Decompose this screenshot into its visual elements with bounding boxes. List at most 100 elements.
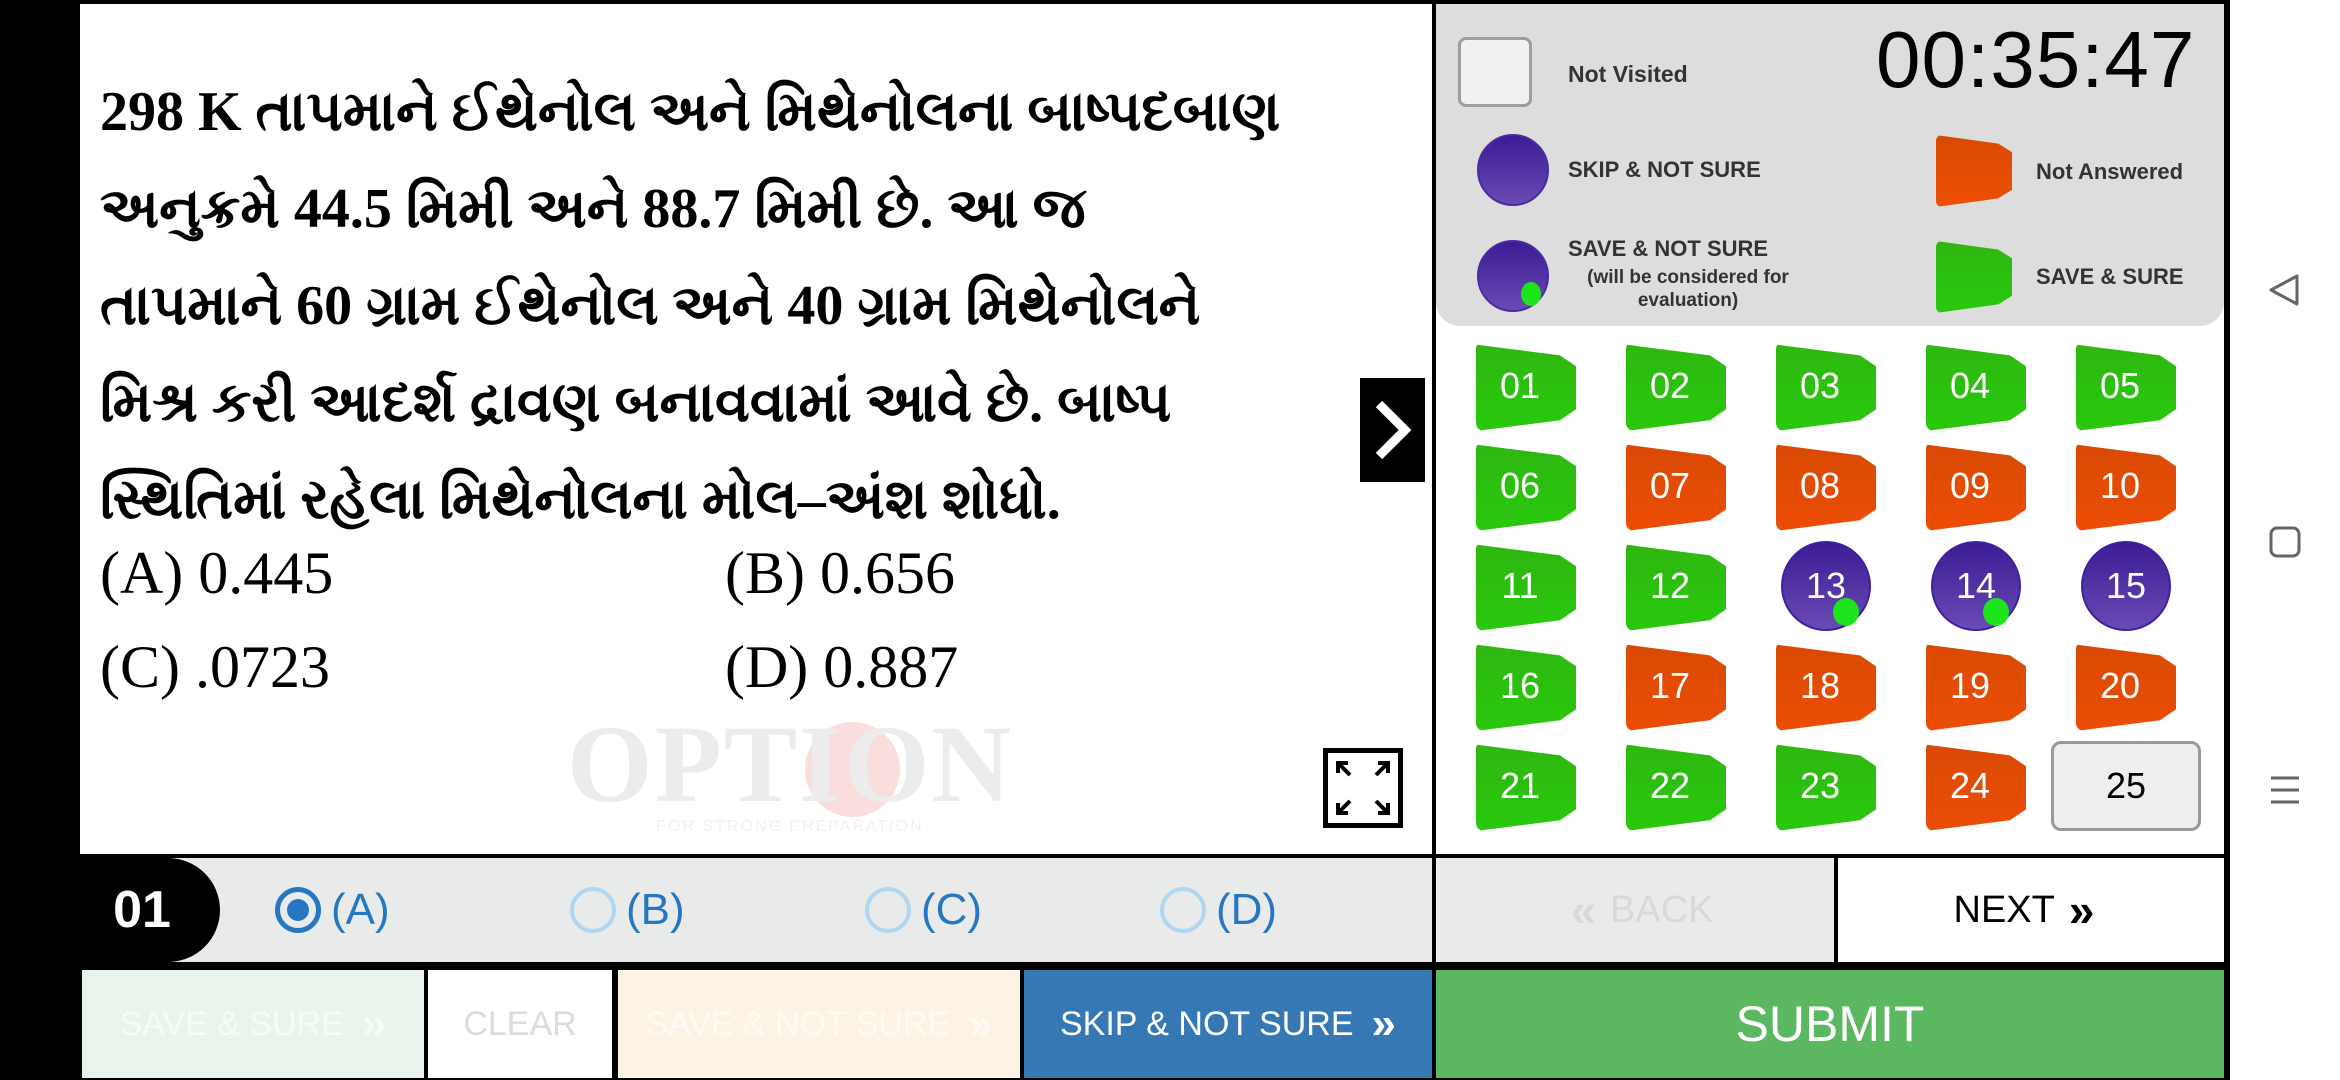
question-palette-number: 08 (1799, 465, 1841, 506)
question-palette-number: 02 (1649, 365, 1691, 406)
legend-save-not-sure-note: (will be considered for evaluation) (1587, 267, 1789, 311)
question-palette-item[interactable]: 25 (2051, 741, 2201, 831)
question-palette-item[interactable]: 24 (1926, 744, 2026, 831)
option-c-text: (C) .0723 (100, 634, 330, 700)
question-line: 298 K તાપમાને ઈથેનોલ અને મિથેનોલના બાષ્પ… (100, 81, 1281, 143)
next-button[interactable]: NEXT » (1838, 858, 2224, 962)
expand-icon (1336, 761, 1390, 815)
countdown-timer: 00:35:47 (1876, 15, 2196, 104)
question-palette-item[interactable]: 01 (1476, 344, 1576, 431)
button-label: SKIP & NOT SURE (1060, 1004, 1354, 1043)
question-palette-number: 19 (1949, 665, 1991, 706)
question-palette-item[interactable]: 17 (1626, 644, 1726, 731)
question-palette-number: 16 (1499, 665, 1541, 706)
question-palette-item[interactable]: 19 (1926, 644, 2026, 731)
answer-radio-d[interactable]: (D) (1160, 884, 1277, 936)
question-palette-item[interactable]: 07 (1626, 444, 1726, 531)
question-palette-item[interactable]: 23 (1776, 744, 1876, 831)
question-number-badge: 01 (80, 858, 220, 962)
button-label: SAVE & SURE (119, 1004, 344, 1043)
question-palette-item[interactable]: 12 (1626, 544, 1726, 631)
answer-selection-row: 01 (A) (B) (C) (D) (80, 858, 1432, 962)
answer-radio-label: (D) (1216, 885, 1278, 934)
menu-lines-icon (2271, 776, 2299, 804)
legend-skip-not-sure: SKIP & NOT SURE (1568, 157, 1761, 182)
system-back-button[interactable] (2265, 270, 2305, 310)
radio-unchecked-icon (865, 887, 911, 933)
answer-radio-b[interactable]: (B) (570, 884, 685, 936)
green-dot-icon (1833, 598, 1859, 626)
question-palette-item[interactable]: 06 (1476, 444, 1576, 531)
answer-radio-label: (C) (921, 885, 983, 934)
question-palette-number: 12 (1649, 565, 1691, 606)
legend-not-visited: Not Visited (1568, 61, 1688, 87)
question-palette-item[interactable]: 15 (2081, 541, 2171, 631)
question-palette-item[interactable]: 21 (1476, 744, 1576, 831)
question-palette-number: 18 (1799, 665, 1841, 706)
green-dot-icon (1983, 598, 2009, 626)
answer-radio-c[interactable]: (C) (865, 884, 982, 936)
question-palette-number: 07 (1649, 465, 1691, 506)
question-palette-number: 03 (1799, 365, 1841, 406)
watermark-subtitle: FOR STRONG PREPARATION (656, 818, 924, 835)
system-menu-button[interactable] (2265, 770, 2305, 810)
question-palette-item[interactable]: 14 (1931, 541, 2021, 631)
question-palette-item[interactable]: 02 (1626, 344, 1726, 431)
question-palette-number: 09 (1949, 465, 1991, 506)
double-chevron-right-icon: » (1371, 999, 1396, 1048)
status-legend: Not Visited 00:35:47 SKIP & NOT SURE Not… (1436, 4, 2224, 326)
question-line: સ્થિતિમાં રહેલા મિથેનોલના મોલ–અંશ શોધો. (100, 469, 1061, 531)
legend-save-sure: SAVE & SURE (2036, 264, 2184, 289)
question-palette-item[interactable]: 10 (2076, 444, 2176, 531)
question-palette-number: 04 (1949, 365, 1991, 406)
answer-radio-a[interactable]: (A) (275, 884, 390, 936)
watermark-emblem (805, 722, 900, 817)
question-panel: 298 K તાપમાને ઈથેનોલ અને મિથેનોલના બાષ્પ… (80, 4, 1432, 854)
chevron-right-icon (1375, 400, 1411, 460)
question-palette-item[interactable]: 11 (1476, 544, 1576, 631)
button-label: SAVE & NOT SURE (645, 1004, 951, 1043)
question-palette-number: 20 (2099, 665, 2141, 706)
not-answered-swatch (1936, 135, 2012, 207)
answer-radio-label: (A) (331, 885, 390, 934)
fullscreen-button[interactable] (1323, 748, 1403, 828)
question-palette-number: 01 (1499, 365, 1541, 406)
question-palette-item[interactable]: 18 (1776, 644, 1876, 731)
button-label: NEXT (1953, 888, 2055, 931)
green-dot-icon (1521, 282, 1541, 306)
question-palette-grid: 01 02 03 04 05 06 07 08 09 10 11 12 13 14 15 16 17 18 19 20… (1476, 341, 2216, 841)
question-palette-number: 15 (2105, 565, 2147, 606)
option-d-text: (D) 0.887 (725, 634, 959, 700)
system-home-button[interactable] (2265, 522, 2305, 562)
skip-and-not-sure-button[interactable]: SKIP & NOT SURE » (1024, 970, 1432, 1078)
question-palette-number: 06 (1499, 465, 1541, 506)
question-palette-item[interactable]: 13 (1781, 541, 1871, 631)
question-palette-number: 23 (1799, 765, 1841, 806)
system-navigation-bar (2230, 0, 2340, 1080)
button-label: BACK (1610, 888, 1714, 931)
question-palette-item[interactable]: 08 (1776, 444, 1876, 531)
submit-button[interactable]: SUBMIT (1436, 970, 2224, 1078)
next-question-arrow-button[interactable] (1360, 378, 1425, 482)
watermark-logo: OPTION FOR STRONG PREPARATION (540, 704, 1040, 854)
save-and-sure-button[interactable]: SAVE & SURE » (82, 970, 424, 1078)
question-palette-item[interactable]: 03 (1776, 344, 1876, 431)
question-palette-item[interactable]: 20 (2076, 644, 2176, 731)
watermark-title: OPTION (567, 703, 1013, 825)
radio-unchecked-icon (1160, 887, 1206, 933)
question-palette-item[interactable]: 04 (1926, 344, 2026, 431)
double-chevron-right-icon: » (968, 999, 993, 1048)
question-line: તાપમાને 60 ગ્રામ ઈથેનોલ અને 40 ગ્રામ મિથ… (100, 275, 1201, 337)
question-palette-item[interactable]: 05 (2076, 344, 2176, 431)
question-palette-item[interactable]: 09 (1926, 444, 2026, 531)
question-palette-item[interactable]: 16 (1476, 644, 1576, 731)
double-chevron-right-icon: » (2068, 884, 2095, 936)
legend-not-answered: Not Answered (2036, 159, 2184, 184)
question-palette-number: 10 (2099, 465, 2141, 506)
question-palette-item[interactable]: 22 (1626, 744, 1726, 831)
radio-unchecked-icon (570, 887, 616, 933)
question-text: 298 K તાપમાને ઈથેનોલ અને મિથેનોલના બાષ્પ… (100, 64, 1320, 549)
back-button[interactable]: « BACK (1436, 858, 1834, 962)
clear-button[interactable]: CLEAR (428, 970, 612, 1078)
save-and-not-sure-button[interactable]: SAVE & NOT SURE » (618, 970, 1020, 1078)
